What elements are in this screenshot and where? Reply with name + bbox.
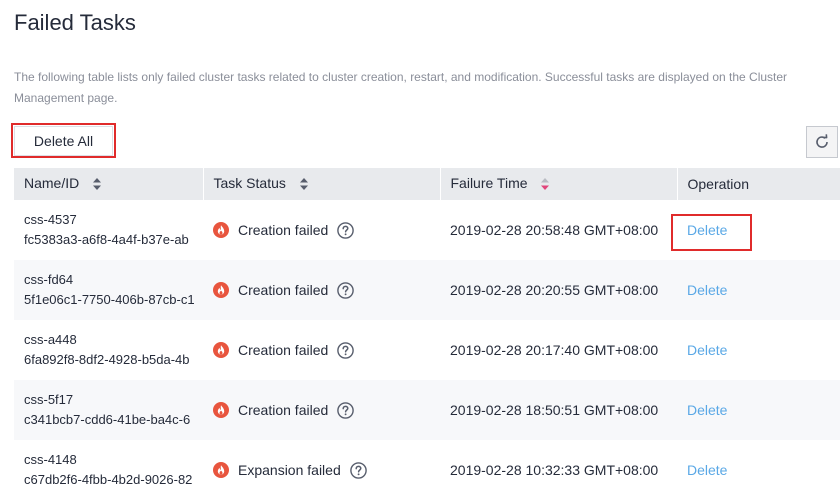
cluster-name: css-4537 [24, 212, 77, 227]
table-header-row: Name/ID Task Status Failure Time Operati… [14, 168, 840, 200]
sort-icon[interactable] [93, 177, 102, 193]
cluster-name: css-4148 [24, 452, 77, 467]
table-row: css-4537 fc5383a3-a6f8-4a4f-b37e-ab Crea… [14, 200, 840, 260]
delete-all-button[interactable]: Delete All [14, 126, 113, 156]
help-icon[interactable] [337, 341, 355, 359]
operation-cell: Delete [677, 320, 840, 380]
name-id-cell: css-a448 6fa892f8-8df2-4928-b5da-4b [14, 320, 203, 380]
name-id-cell: css-4537 fc5383a3-a6f8-4a4f-b37e-ab [14, 200, 203, 260]
cluster-id: 5f1e06c1-7750-406b-87cb-c1 [24, 292, 195, 307]
delete-link[interactable]: Delete [687, 222, 727, 238]
failure-time-text: 2019-02-28 20:17:40 GMT+08:00 [450, 342, 659, 358]
task-status-cell: Creation failed [203, 320, 440, 380]
task-status-cell: Creation failed [203, 200, 440, 260]
delete-link[interactable]: Delete [687, 342, 727, 358]
failure-time-cell: 2019-02-28 20:20:55 GMT+08:00 [440, 260, 677, 320]
failure-time-text: 2019-02-28 10:32:33 GMT+08:00 [450, 462, 659, 478]
name-id-cell: css-fd64 5f1e06c1-7750-406b-87cb-c1 [14, 260, 203, 320]
help-icon[interactable] [337, 281, 355, 299]
operation-cell: Delete [677, 260, 840, 320]
cluster-id: c341bcb7-cdd6-41be-ba4c-6 [24, 412, 191, 427]
refresh-button[interactable] [806, 126, 838, 158]
task-status-text: Creation failed [238, 342, 329, 358]
table-row: css-5f17 c341bcb7-cdd6-41be-ba4c-6 Creat… [14, 380, 840, 440]
table-row: css-fd64 5f1e06c1-7750-406b-87cb-c1 Crea… [14, 260, 840, 320]
failed-status-icon [213, 282, 229, 298]
column-header-name-id[interactable]: Name/ID [14, 168, 204, 200]
name-id-cell: css-5f17 c341bcb7-cdd6-41be-ba4c-6 [14, 380, 203, 440]
failed-status-icon [213, 222, 229, 238]
cluster-id: c67db2f6-4fbb-4b2d-9026-82 [24, 472, 193, 487]
failure-time-text: 2019-02-28 20:20:55 GMT+08:00 [450, 282, 659, 298]
task-status-text: Creation failed [238, 402, 329, 418]
delete-link[interactable]: Delete [687, 282, 727, 298]
cluster-id: 6fa892f8-8df2-4928-b5da-4b [24, 352, 190, 367]
help-icon[interactable] [337, 401, 355, 419]
task-status-cell: Creation failed [203, 380, 440, 440]
task-status-text: Creation failed [238, 222, 329, 238]
column-header-label: Operation [687, 176, 749, 192]
delete-link[interactable]: Delete [687, 462, 727, 478]
failure-time-cell: 2019-02-28 20:17:40 GMT+08:00 [440, 320, 677, 380]
column-header-failure-time[interactable]: Failure Time [440, 168, 678, 200]
task-status-cell: Expansion failed [203, 440, 440, 500]
help-icon[interactable] [337, 221, 355, 239]
failure-time-cell: 2019-02-28 18:50:51 GMT+08:00 [440, 380, 677, 440]
column-header-label: Name/ID [24, 175, 80, 192]
column-header-operation: Operation [677, 168, 840, 200]
failure-time-text: 2019-02-28 20:58:48 GMT+08:00 [450, 222, 659, 238]
sort-icon[interactable] [299, 177, 308, 193]
page-description: The following table lists only failed cl… [14, 70, 788, 105]
cluster-name: css-5f17 [24, 392, 74, 407]
column-header-label: Task Status [213, 175, 286, 192]
delete-link[interactable]: Delete [687, 402, 727, 418]
failed-tasks-table: Name/ID Task Status Failure Time Operati… [14, 168, 840, 500]
table-row: css-a448 6fa892f8-8df2-4928-b5da-4b Crea… [14, 320, 840, 380]
failed-status-icon [213, 342, 229, 358]
operation-cell: Delete [677, 440, 840, 500]
cluster-name: css-a448 [24, 332, 77, 347]
operation-cell: Delete [677, 200, 840, 260]
page-title: Failed Tasks [14, 10, 136, 35]
operation-cell: Delete [677, 380, 840, 440]
column-header-task-status[interactable]: Task Status [203, 168, 441, 200]
table-row: css-4148 c67db2f6-4fbb-4b2d-9026-82 Expa… [14, 440, 840, 500]
task-status-cell: Creation failed [203, 260, 440, 320]
task-status-text: Creation failed [238, 282, 329, 298]
cluster-id: fc5383a3-a6f8-4a4f-b37e-ab [24, 232, 189, 247]
task-status-text: Expansion failed [238, 462, 341, 478]
failed-status-icon [213, 462, 229, 478]
cluster-name: css-fd64 [24, 272, 74, 287]
sort-descending-icon[interactable] [541, 177, 550, 193]
help-icon[interactable] [349, 461, 367, 479]
failed-status-icon [213, 402, 229, 418]
name-id-cell: css-4148 c67db2f6-4fbb-4b2d-9026-82 [14, 440, 203, 500]
column-header-label: Failure Time [450, 175, 528, 192]
failure-time-cell: 2019-02-28 10:32:33 GMT+08:00 [440, 440, 677, 500]
refresh-icon [814, 134, 830, 150]
failure-time-text: 2019-02-28 18:50:51 GMT+08:00 [450, 402, 659, 418]
failure-time-cell: 2019-02-28 20:58:48 GMT+08:00 [440, 200, 677, 260]
